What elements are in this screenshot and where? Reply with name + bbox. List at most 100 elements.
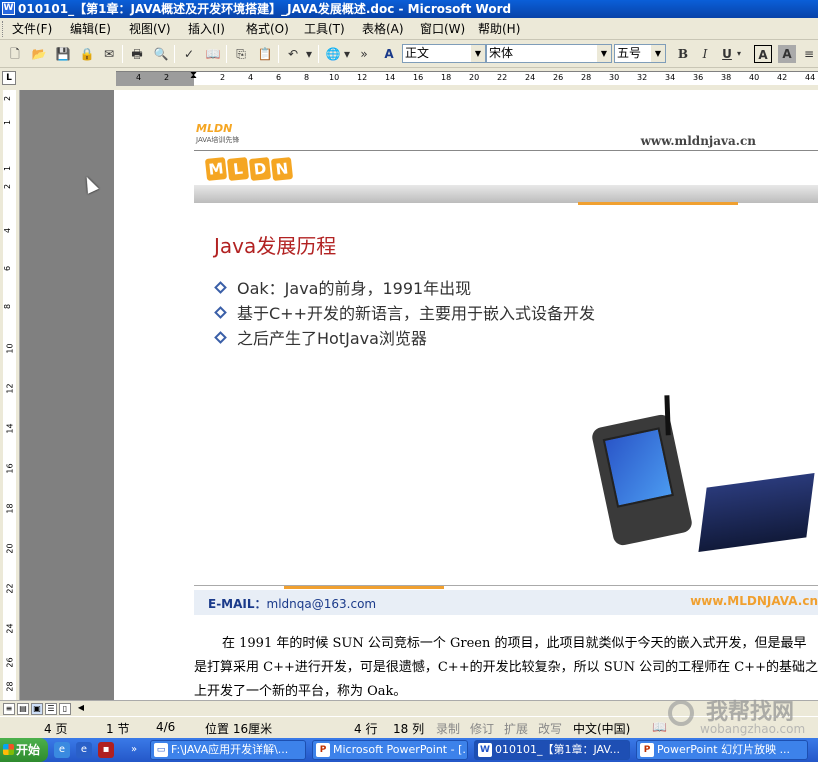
word-app-icon[interactable]: W	[2, 2, 15, 15]
watermark-magnifier-icon	[668, 700, 694, 726]
open-folder-icon[interactable]: 📂	[30, 45, 48, 63]
permission-icon[interactable]: 🔒	[78, 45, 96, 63]
email-contact: E-MAIL：mldnqa@163.com	[208, 595, 376, 612]
horizontal-ruler[interactable]: L 4 2 ⧗ 2 4 6 8 10 12 14 16 18 20 22 24 …	[0, 68, 818, 90]
paragraph-line[interactable]: 在 1991 年的时候 SUN 公司竞标一个 Green 的项目，此项目就类似于…	[222, 632, 806, 651]
ruler-number: 2	[220, 73, 226, 82]
ie-icon[interactable]: e	[76, 742, 92, 758]
task-word[interactable]: W 010101_【第1章：JAV...	[474, 740, 630, 760]
ruler-number: 28	[5, 681, 15, 692]
research-icon[interactable]: 📖	[204, 45, 222, 63]
outline-view-button[interactable]: ☰	[45, 703, 57, 715]
ruler-track[interactable]: 4 2 ⧗ 2 4 6 8 10 12 14 16 18 20 22 24 26…	[116, 70, 818, 86]
undo-icon[interactable]: ↶	[284, 45, 302, 63]
align-icon[interactable]: ≡	[800, 45, 818, 63]
scroll-left-icon[interactable]: ◀	[75, 703, 87, 715]
ruler-number: 24	[5, 623, 15, 634]
char-border-button[interactable]: A	[754, 45, 772, 63]
ruler-number: 2	[3, 95, 13, 102]
font-size-combo[interactable]: 五号 ▼	[614, 44, 666, 63]
ruler-number: 18	[441, 73, 452, 82]
url-header: www.mldnjava.cn	[640, 134, 756, 148]
header-divider	[194, 150, 818, 151]
toolbar: 🗋 📂 💾 🔒 ✉ 🖶 🔍 ✓ 📖 ⎘ 📋 ↶ ▾ 🌐 ▾ » A 正文 ▼ 宋…	[0, 40, 818, 68]
window-title: 010101_【第1章：JAVA概述及开发环境搭建】_JAVA发展概述.doc …	[18, 2, 512, 16]
pda-device-image	[590, 395, 694, 548]
slideshow-icon: P	[640, 743, 654, 757]
email-icon[interactable]: ✉	[100, 45, 118, 63]
font-combo[interactable]: 宋体 ▼	[486, 44, 612, 63]
app-quicklaunch-icon[interactable]: ▪	[98, 742, 114, 758]
toolbar-options-icon[interactable]: »	[358, 45, 370, 63]
ruler-number: 14	[385, 73, 396, 82]
chevron-down-icon[interactable]: ▼	[597, 45, 611, 62]
mldn-big-logo: MLDN	[204, 157, 302, 194]
chevron-down-icon[interactable]: ▼	[651, 45, 665, 62]
menubar-grip[interactable]	[2, 21, 5, 37]
ruler-number: 4	[136, 73, 142, 82]
hyperlink-globe-icon[interactable]: 🌐	[324, 45, 342, 63]
email-value: mldnqa@163.com	[266, 597, 377, 611]
print-preview-icon[interactable]: 🔍	[152, 45, 170, 63]
page-margin-area	[20, 90, 114, 700]
url-footer: www.MLDNJAVA.cn	[690, 594, 818, 608]
ruler-number: 8	[304, 73, 310, 82]
bullet-item: 之后产生了HotJava浏览器	[214, 325, 427, 349]
document-page[interactable]: MLDN JAVA培训先锋 www.mldnjava.cn MLDN Java发…	[114, 90, 818, 700]
tab-selector[interactable]: L	[2, 71, 16, 85]
menu-table[interactable]: 表格(A)	[362, 21, 404, 37]
menu-window[interactable]: 窗口(W)	[420, 21, 465, 37]
web-view-button[interactable]: ▤	[17, 703, 29, 715]
vertical-ruler-track[interactable]	[3, 90, 16, 700]
browser-icon[interactable]: e	[54, 742, 70, 758]
task-explorer[interactable]: ▭ F:\JAVA应用开发详解\...	[150, 740, 306, 760]
paste-icon[interactable]: 📋	[256, 45, 274, 63]
paragraph-line[interactable]: 是打算采用 C++进行开发，可是很遗憾，C++的开发比较复杂，所以 SUN 公司…	[194, 656, 818, 675]
status-overtype[interactable]: 改写	[538, 720, 562, 737]
ruler-number: 32	[637, 73, 648, 82]
copy-icon[interactable]: ⎘	[232, 45, 250, 63]
status-record[interactable]: 录制	[436, 720, 460, 737]
bullet-text: Oak：Java的前身，1991年出现	[237, 279, 472, 298]
style-combo[interactable]: 正文 ▼	[402, 44, 486, 63]
underline-dropdown-icon[interactable]: ▾	[734, 45, 744, 63]
char-shading-button[interactable]: A	[778, 45, 796, 63]
quicklaunch-more-icon[interactable]: »	[126, 742, 142, 758]
task-powerpoint[interactable]: P Microsoft PowerPoint - [...	[312, 740, 468, 760]
folder-icon: ▭	[154, 743, 168, 757]
menu-tools[interactable]: 工具(T)	[304, 21, 345, 37]
spelling-status-icon[interactable]: 📖	[652, 720, 667, 734]
ruler-number: 1	[3, 119, 13, 126]
menu-insert[interactable]: 插入(I)	[188, 21, 225, 37]
print-icon[interactable]: 🖶	[128, 45, 146, 63]
spelling-icon[interactable]: ✓	[180, 45, 198, 63]
chevron-down-icon[interactable]: ▼	[471, 45, 485, 62]
ruler-number: 40	[749, 73, 760, 82]
paragraph-line[interactable]: 上开发了一个新的平台，称为 Oak。	[194, 680, 406, 699]
menu-format[interactable]: 格式(O)	[246, 21, 289, 37]
font-size-combo-value: 五号	[617, 46, 642, 60]
ruler-number: 1	[3, 165, 13, 172]
start-button[interactable]: 开始	[0, 738, 48, 762]
menu-help[interactable]: 帮助(H)	[478, 21, 520, 37]
undo-dropdown-icon[interactable]: ▾	[304, 45, 314, 63]
menu-edit[interactable]: 编辑(E)	[70, 21, 111, 37]
menu-file[interactable]: 文件(F)	[12, 21, 52, 37]
normal-view-button[interactable]: ≡	[3, 703, 15, 715]
save-icon[interactable]: 💾	[54, 45, 72, 63]
vertical-ruler[interactable]: 2 1 1 2 4 6 8 10 12 14 16 18 20 22 24 26…	[0, 90, 20, 700]
styles-icon[interactable]: A	[380, 45, 398, 63]
ruler-number: 2	[3, 183, 13, 190]
bullet-text: 基于C++开发的新语言，主要用于嵌入式设备开发	[237, 304, 595, 323]
status-track[interactable]: 修订	[470, 720, 494, 737]
status-extend[interactable]: 扩展	[504, 720, 528, 737]
task-slideshow[interactable]: P PowerPoint 幻灯片放映 ...	[636, 740, 808, 760]
indent-marker-icon[interactable]: ⧗	[190, 70, 197, 81]
menu-view[interactable]: 视图(V)	[129, 21, 171, 37]
new-document-icon[interactable]: 🗋	[6, 45, 24, 63]
reading-view-button[interactable]: ▯	[59, 703, 71, 715]
print-layout-button[interactable]: ▣	[31, 703, 43, 715]
bold-button[interactable]: B	[674, 45, 692, 63]
globe-dropdown-icon[interactable]: ▾	[342, 45, 352, 63]
italic-button[interactable]: I	[696, 45, 714, 63]
